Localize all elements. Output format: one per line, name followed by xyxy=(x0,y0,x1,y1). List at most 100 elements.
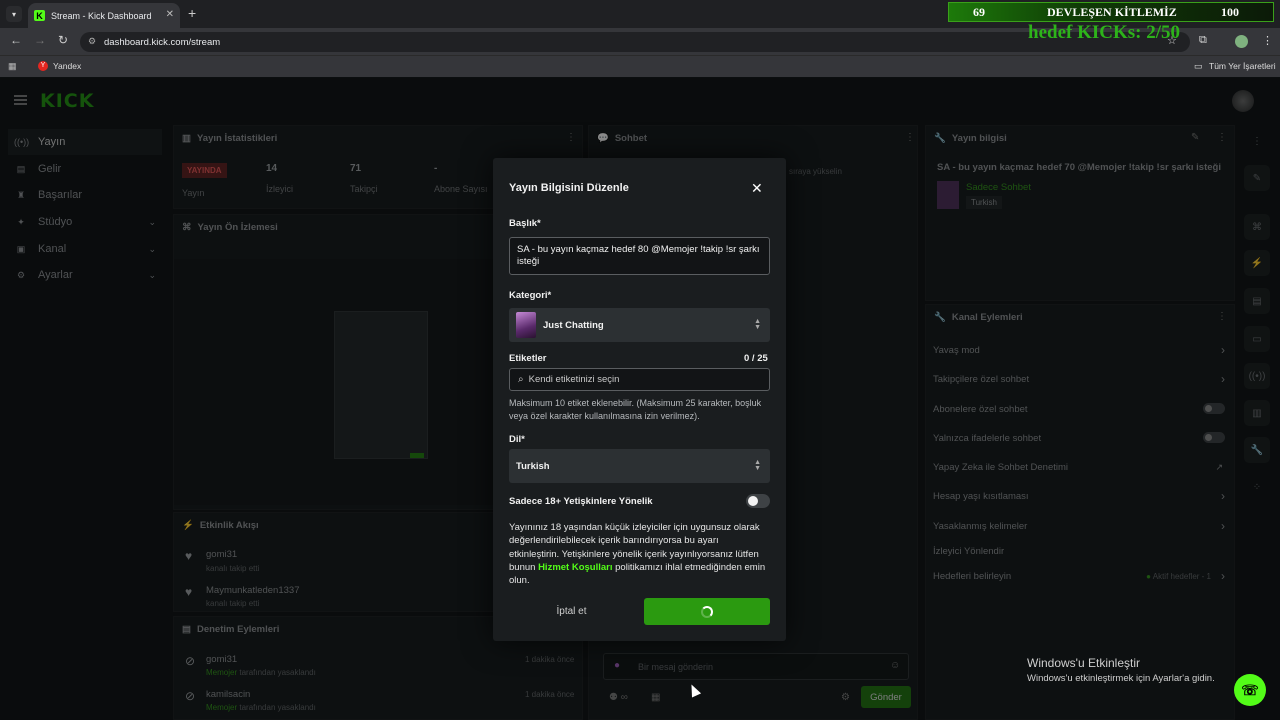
bookmark-yandex[interactable]: Yandex xyxy=(53,61,81,71)
channel-action-host[interactable]: İzleyici Yönlendir xyxy=(933,546,1225,557)
profile-avatar[interactable] xyxy=(1235,35,1248,48)
language-select[interactable]: Turkish ▲ ▼ xyxy=(509,449,770,483)
rail-chat-icon[interactable]: ▭ xyxy=(1244,326,1270,352)
viewers-label: İzleyici xyxy=(266,184,294,194)
channel-action-banned-words[interactable]: Yasaklanmış kelimeler › xyxy=(933,519,1225,533)
subs-label: Abone Sayısı xyxy=(434,184,488,194)
close-tab-icon[interactable]: ✕ xyxy=(166,9,174,20)
rail-more-icon[interactable]: ⁘ xyxy=(1244,474,1270,500)
tags-label: Etiketler xyxy=(509,353,547,364)
action-label: Abonelere özel sohbet xyxy=(933,404,1028,415)
sidebar-item-basarilar[interactable]: ♜ Başarılar xyxy=(8,182,162,208)
title-input[interactable]: SA - bu yayın kaçmaz hedef 80 @Memojer !… xyxy=(509,237,770,275)
chevron-down-icon: ⌄ xyxy=(148,269,156,280)
hamburger-menu-icon[interactable] xyxy=(14,95,27,105)
live-badge: YAYINDA xyxy=(182,163,227,178)
browser-tab[interactable]: K Stream - Kick Dashboard ✕ xyxy=(28,3,180,28)
moderation-text: tarafından yasaklandı xyxy=(239,703,316,712)
save-button[interactable] xyxy=(644,598,770,625)
rail-stats-icon[interactable]: ▥ xyxy=(1244,400,1270,426)
channel-action-goals[interactable]: Hedefleri belirleyin ● Aktif hedefler - 1… xyxy=(933,569,1225,583)
site-info-icon[interactable]: ⚙ xyxy=(88,36,96,47)
edit-icon[interactable]: ✎ xyxy=(1191,132,1199,143)
activity-user[interactable]: Maymunkatleden1337 xyxy=(206,585,299,596)
followers-label: Takipçi xyxy=(350,184,378,194)
sidebar-item-studyo[interactable]: ✦ Stüdyo ⌄ xyxy=(8,209,162,235)
moderation-text: tarafından yasaklandı xyxy=(239,668,316,677)
moderator-name[interactable]: Memojer xyxy=(206,668,237,677)
tab-search-button[interactable]: ▾ xyxy=(6,6,22,22)
wrench-icon: 🔧 xyxy=(934,132,946,144)
tags-search-input[interactable]: ⌕ Kendi etiketinizi seçin xyxy=(509,368,770,391)
panel-menu-icon[interactable]: ⋮ xyxy=(1217,311,1227,322)
apps-grid-icon[interactable]: ▦ xyxy=(8,61,17,72)
windows-activation-title: Windows'u Etkinleştir xyxy=(1027,656,1140,670)
sidebar-item-yayin[interactable]: ((•)) Yayın xyxy=(8,129,162,155)
channel-action-ai-moderation[interactable]: Yapay Zeka ile Sohbet Denetimi ↗ xyxy=(933,462,1225,473)
gift-icon[interactable]: ▦ xyxy=(651,692,660,703)
channel-action-account-age[interactable]: Hesap yaşı kısıtlaması › xyxy=(933,489,1225,503)
chat-placeholder: Bir mesaj gönderin xyxy=(638,662,714,672)
yandex-icon: Y xyxy=(38,61,48,71)
cancel-button[interactable]: İptal et xyxy=(509,598,634,625)
goal-status: ● Aktif hedefler - 1 xyxy=(1146,572,1211,581)
panel-menu-icon[interactable]: ⋮ xyxy=(905,132,915,143)
moderation-user[interactable]: gomi31 xyxy=(206,654,237,665)
adult-only-toggle[interactable] xyxy=(746,494,770,508)
subs-only-toggle[interactable] xyxy=(1203,403,1225,414)
moderator-name[interactable]: Memojer xyxy=(206,703,237,712)
action-label: İzleyici Yönlendir xyxy=(933,546,1005,557)
chat-settings-icon[interactable]: ⚙ xyxy=(841,692,850,703)
back-icon[interactable]: ← xyxy=(10,33,22,47)
tab-title: Stream - Kick Dashboard xyxy=(51,10,152,21)
moderation-user[interactable]: kamilsacin xyxy=(206,689,250,700)
channel-action-slow-mode[interactable]: Yavaş mod › xyxy=(933,343,1225,357)
gear-icon: ⚙ xyxy=(16,269,26,280)
rail-broadcast-icon[interactable]: ((•)) xyxy=(1244,363,1270,389)
reload-icon[interactable]: ↻ xyxy=(58,33,68,47)
panel-menu-icon[interactable]: ⋮ xyxy=(1217,132,1227,143)
extensions-icon[interactable]: ⧉ xyxy=(1199,34,1207,47)
user-avatar[interactable] xyxy=(1232,90,1254,112)
sidebar-item-gelir[interactable]: ▤ Gelir xyxy=(8,156,162,182)
emoji-icon[interactable]: ☺ xyxy=(890,660,900,671)
wrench-icon: 🔧 xyxy=(934,311,946,323)
sidebar-item-kanal[interactable]: ▣ Kanal ⌄ xyxy=(8,236,162,262)
ban-icon: ⊘ xyxy=(185,654,196,668)
kick-logo[interactable]: KICK xyxy=(40,90,94,112)
url-input[interactable]: ⚙ dashboard.kick.com/stream xyxy=(80,32,1190,52)
category-thumbnail xyxy=(937,181,959,209)
new-tab-button[interactable]: + xyxy=(188,5,196,21)
send-button[interactable]: Gönder xyxy=(861,686,911,708)
sidebar-item-label: Gelir xyxy=(38,163,62,175)
category-link[interactable]: Sadece Sohbet xyxy=(966,182,1031,193)
rail-wrench-icon[interactable]: 🔧 xyxy=(1244,437,1270,463)
support-chat-button[interactable]: ☏ xyxy=(1234,674,1266,706)
activity-user[interactable]: gomi31 xyxy=(206,549,237,560)
close-icon[interactable]: ✕ xyxy=(751,180,763,197)
emote-only-toggle[interactable] xyxy=(1203,432,1225,443)
forward-icon[interactable]: → xyxy=(34,33,46,47)
panel-menu-icon[interactable]: ⋮ xyxy=(566,132,576,143)
chat-input[interactable]: ● Bir mesaj gönderin ☺ xyxy=(603,653,909,680)
url-text: dashboard.kick.com/stream xyxy=(104,36,221,48)
rail-lightning-icon[interactable]: ⚡ xyxy=(1244,250,1270,276)
chevron-down-icon: ⌄ xyxy=(148,243,156,254)
all-bookmarks-link[interactable]: Tüm Yer İşaretleri xyxy=(1209,61,1276,71)
mic-icon[interactable]: ● xyxy=(614,660,620,671)
chat-icon: 💬 xyxy=(597,132,609,144)
sidebar-item-ayarlar[interactable]: ⚙ Ayarlar ⌄ xyxy=(8,262,162,288)
rail-menu-icon[interactable]: ⋮ xyxy=(1244,128,1270,154)
adult-info-text: Yayınınız 18 yaşından küçük izleyiciler … xyxy=(509,521,771,587)
browser-menu-icon[interactable]: ⋮ xyxy=(1262,34,1273,47)
category-value: Just Chatting xyxy=(543,319,604,331)
channel-action-subs-only: Abonelere özel sohbet xyxy=(933,403,1225,415)
rail-preview-icon[interactable]: ⌘ xyxy=(1244,214,1270,240)
category-select[interactable]: Just Chatting ▲ ▼ xyxy=(509,308,770,342)
channel-action-followers-only[interactable]: Takipçilere özel sohbet › xyxy=(933,372,1225,386)
terms-of-service-link[interactable]: Hizmet Koşulları xyxy=(538,562,612,573)
rail-edit-icon[interactable]: ✎ xyxy=(1244,165,1270,191)
rail-list-icon[interactable]: ▤ xyxy=(1244,288,1270,314)
moderation-time: 1 dakika önce xyxy=(525,690,575,699)
chat-tools-icon[interactable]: ⚉ ∞ xyxy=(609,692,628,703)
